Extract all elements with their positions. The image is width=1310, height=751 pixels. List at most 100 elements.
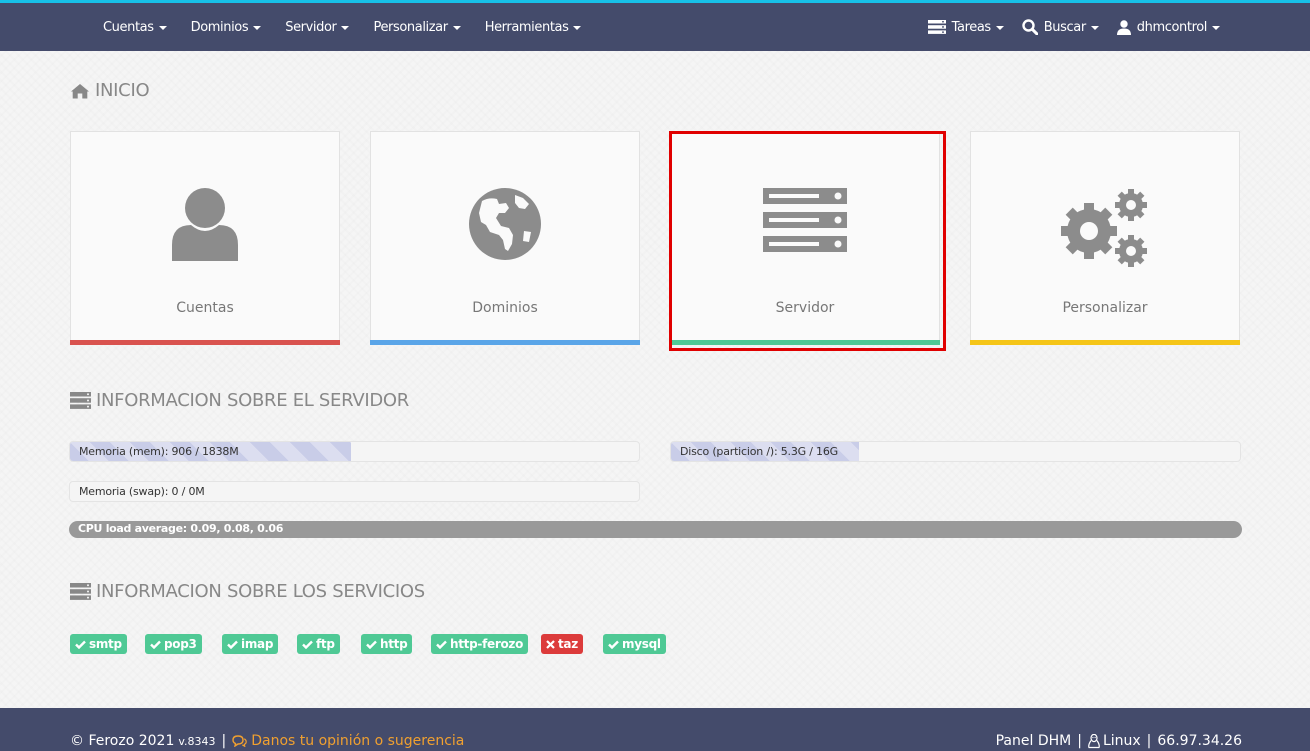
- home-section-title: INICIO: [70, 80, 150, 101]
- home-title-text: INICIO: [95, 80, 150, 101]
- swap-progress: Memoria (swap): 0 / 0M: [69, 481, 640, 502]
- feedback-link-text: Danos tu opinión o sugerencia: [251, 733, 465, 749]
- feedback-link[interactable]: Danos tu opinión o sugerencia: [232, 733, 464, 749]
- copyright-text: © Ferozo 2021: [70, 733, 175, 749]
- service-name: taz: [558, 637, 578, 651]
- server-icon: [70, 392, 91, 409]
- comments-icon: [232, 735, 248, 747]
- service-badge-http-ferozo: http-ferozo: [431, 634, 529, 654]
- menu-personalizar[interactable]: Personalizar: [373, 19, 461, 35]
- service-name: mysql: [622, 637, 661, 651]
- card-servidor-icon-wrap: [671, 187, 939, 253]
- menu-tareas[interactable]: Tareas: [927, 19, 1004, 35]
- panel-name: Panel DHM: [995, 733, 1072, 749]
- services-title-text: INFORMACION SOBRE LOS SERVICIOS: [96, 581, 425, 602]
- swap-label: Memoria (swap): 0 / 0M: [79, 485, 205, 498]
- card-personalizar-bar: [970, 340, 1240, 345]
- footer-separator: |: [1077, 733, 1082, 749]
- user-icon: [1116, 19, 1131, 35]
- service-badge-taz: taz: [541, 634, 583, 654]
- service-name: ftp: [316, 637, 335, 651]
- search-icon: [1022, 19, 1038, 35]
- card-cuentas-label: Cuentas: [176, 300, 234, 316]
- footer-left: © Ferozo 2021 v.8343 | Danos tu opinión …: [70, 733, 464, 749]
- check-icon: [227, 640, 238, 649]
- menu-tareas-label: Tareas: [951, 19, 992, 35]
- menu-herramientas-label: Herramientas: [484, 19, 569, 35]
- card-personalizar[interactable]: Personalizar: [970, 131, 1240, 345]
- menu-servidor-label: Servidor: [285, 19, 337, 35]
- menu-personalizar-label: Personalizar: [373, 19, 448, 35]
- user-icon: [172, 188, 238, 261]
- caret-down-icon: [158, 25, 167, 30]
- check-icon: [150, 640, 161, 649]
- menu-usuario[interactable]: dhmcontrol: [1116, 19, 1220, 35]
- cpu-load-bar: CPU load average: 0.09, 0.08, 0.06: [69, 521, 1242, 538]
- caret-down-icon: [1212, 25, 1220, 30]
- card-cuentas[interactable]: Cuentas: [70, 131, 340, 345]
- server-ip: 66.97.34.26: [1157, 733, 1242, 749]
- menu-servidor[interactable]: Servidor: [285, 19, 350, 35]
- service-name: smtp: [89, 637, 122, 651]
- menu-dominios-label: Dominios: [190, 19, 249, 35]
- disk-progress: Disco (particion /): 5.3G / 16G: [670, 441, 1241, 462]
- service-name: http: [380, 637, 408, 651]
- card-cuentas-icon-wrap: [71, 187, 339, 261]
- footer-separator: |: [221, 733, 227, 749]
- cpu-load-label: CPU load average: 0.09, 0.08, 0.06: [78, 522, 284, 535]
- menu-dominios[interactable]: Dominios: [191, 20, 262, 35]
- menu-buscar-label: Buscar: [1043, 19, 1086, 35]
- main-menu: Cuentas Dominios Servidor Personalizar H…: [103, 3, 605, 51]
- service-name: imap: [241, 637, 274, 651]
- footer: © Ferozo 2021 v.8343 | Danos tu opinión …: [0, 708, 1310, 751]
- footer-right: Panel DHM | Linux | 66.97.34.26: [996, 733, 1242, 749]
- card-servidor-label: Servidor: [775, 300, 835, 316]
- caret-down-icon: [452, 25, 461, 30]
- check-icon: [608, 640, 619, 649]
- service-badge-ftp: ftp: [297, 634, 340, 654]
- caret-down-icon: [995, 25, 1004, 30]
- caret-down-icon: [1090, 25, 1099, 30]
- service-badge-mysql: mysql: [603, 634, 666, 654]
- menu-cuentas-label: Cuentas: [103, 19, 154, 35]
- service-badge-smtp: smtp: [70, 634, 127, 654]
- menu-buscar[interactable]: Buscar: [1022, 19, 1099, 35]
- service-badge-pop3: pop3: [145, 634, 202, 654]
- card-servidor[interactable]: Servidor: [670, 131, 940, 345]
- check-icon: [366, 640, 377, 649]
- card-dominios-bar: [370, 340, 640, 345]
- tasks-icon: [927, 20, 946, 34]
- cross-icon: [546, 639, 555, 649]
- service-badge-http: http: [361, 634, 413, 654]
- home-icon: [71, 83, 89, 98]
- card-cuentas-bar: [70, 340, 340, 345]
- menu-cuentas[interactable]: Cuentas: [103, 20, 167, 35]
- memory-progress: Memoria (mem): 906 / 1838M: [69, 441, 640, 462]
- card-dominios[interactable]: Dominios: [370, 131, 640, 345]
- service-name: http-ferozo: [450, 637, 524, 651]
- services-title: INFORMACION SOBRE LOS SERVICIOS: [70, 581, 425, 602]
- service-badge-imap: imap: [222, 634, 279, 654]
- menu-herramientas[interactable]: Herramientas: [485, 20, 582, 35]
- check-icon: [302, 640, 313, 649]
- os-name: Linux: [1102, 733, 1141, 749]
- menu-usuario-label: dhmcontrol: [1136, 19, 1208, 35]
- server-info-title-text: INFORMACION SOBRE EL SERVIDOR: [96, 390, 410, 411]
- card-personalizar-icon-wrap: [971, 187, 1239, 271]
- top-navbar: Cuentas Dominios Servidor Personalizar H…: [0, 0, 1310, 51]
- card-dominios-label: Dominios: [472, 300, 538, 316]
- version-text: v.8343: [178, 734, 216, 748]
- caret-down-icon: [341, 25, 350, 30]
- caret-down-icon: [573, 25, 582, 30]
- server-info-title: INFORMACION SOBRE EL SERVIDOR: [70, 390, 409, 411]
- card-servidor-bar: [670, 340, 940, 345]
- service-name: pop3: [164, 637, 197, 651]
- card-dominios-icon-wrap: [371, 187, 639, 261]
- memory-label: Memoria (mem): 906 / 1838M: [79, 445, 239, 458]
- footer-separator: |: [1146, 733, 1152, 749]
- server-icon: [70, 583, 91, 600]
- caret-down-icon: [253, 25, 262, 30]
- globe-icon: [469, 188, 541, 260]
- server-icon: [763, 188, 847, 252]
- linux-icon: [1088, 733, 1100, 748]
